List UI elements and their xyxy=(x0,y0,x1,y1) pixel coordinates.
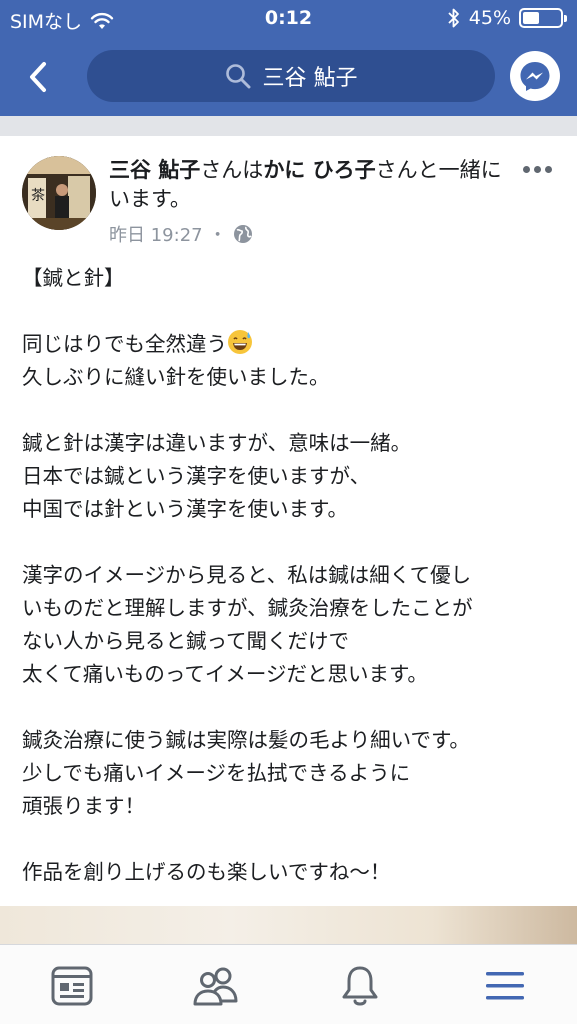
bluetooth-icon xyxy=(448,8,459,28)
author-name[interactable]: 三谷 鮎子 xyxy=(109,158,200,182)
messenger-icon xyxy=(520,62,550,91)
post-timestamp[interactable]: 昨日 19:27 xyxy=(109,221,203,247)
post-line-text: 少しでも痛いイメージを払拭できるように xyxy=(22,761,411,785)
post-body: 【鍼と針】同じはりでも全然違う久しぶりに縫い針を使いました。鍼と針は漢字は違いま… xyxy=(22,262,562,889)
grinning-sweat-emoji xyxy=(228,330,252,354)
post-line-text: いものだと理解しますが、鍼灸治療をしたことが xyxy=(22,596,473,620)
more-dot-icon xyxy=(523,166,530,173)
globe-icon xyxy=(233,225,252,243)
search-query: 三谷 鮎子 xyxy=(262,66,358,91)
post-line-text: 同じはりでも全然違う xyxy=(22,332,227,356)
bottom-tab-bar xyxy=(0,944,577,1024)
search-icon xyxy=(225,64,250,89)
tagged-name[interactable]: かに ひろ子 xyxy=(263,158,375,182)
post-text-line: ない人から見ると鍼って聞くだけで xyxy=(22,625,562,658)
messenger-button[interactable] xyxy=(510,51,560,101)
post-blank-line xyxy=(22,823,562,856)
post-line-text: 【鍼と針】 xyxy=(22,266,125,290)
post-text-line: 日本では鍼という漢字を使いますが、 xyxy=(22,460,562,493)
with-prefix: さんは xyxy=(200,158,264,182)
post-author-line: 三谷 鮎子さんはかに ひろ子さんと一緒にいます。 xyxy=(109,156,504,214)
avatar-photo: 茶 xyxy=(22,156,96,230)
post-blank-line xyxy=(22,691,562,724)
post-line-text: 漢字のイメージから見ると、私は鍼は細くて優し xyxy=(22,563,472,587)
post-text-line: いものだと理解しますが、鍼灸治療をしたことが xyxy=(22,592,562,625)
post-text-line: 漢字のイメージから見ると、私は鍼は細くて優し xyxy=(22,559,562,592)
meta-separator: ・ xyxy=(208,225,227,246)
search-bar[interactable]: 三谷 鮎子 xyxy=(87,50,495,102)
friends-icon xyxy=(193,967,238,1006)
post-text-line: 頑張ります！ xyxy=(22,790,562,823)
post-line-text: ない人から見ると鍼って聞くだけで xyxy=(22,629,349,653)
post-blank-line xyxy=(22,526,562,559)
post-line-text: 鍼と針は漢字は違いますが、意味は一緒。 xyxy=(22,431,412,455)
post-line-text: 日本では鍼という漢字を使いますが、 xyxy=(22,464,371,488)
post-line-text: 頑張ります！ xyxy=(22,794,145,818)
tab-menu[interactable] xyxy=(480,961,530,1011)
more-dot-icon xyxy=(545,166,552,173)
back-chevron-icon xyxy=(30,62,46,92)
app-header: SIMなし 0:12 45% 三谷 鮎子 xyxy=(0,0,577,116)
svg-text:茶: 茶 xyxy=(31,188,45,204)
top-nav: 三谷 鮎子 xyxy=(0,48,577,106)
post-text-line: 鍼と針は漢字は違いますが、意味は一緒。 xyxy=(22,427,562,460)
post-blank-line xyxy=(22,394,562,427)
status-right: 45% xyxy=(447,7,567,29)
post-line-text: 鍼灸治療に使う鍼は実際は髪の毛より細いです。 xyxy=(22,728,470,752)
post-text-line: 中国では針という漢字を使います。 xyxy=(22,493,562,526)
post-photo-preview[interactable] xyxy=(0,906,577,944)
tab-news-feed[interactable] xyxy=(47,961,97,1011)
post-text-line: 同じはりでも全然違う xyxy=(22,328,562,361)
post-text-line: 鍼灸治療に使う鍼は実際は髪の毛より細いです。 xyxy=(22,724,562,757)
post-line-text: 中国では針という漢字を使います。 xyxy=(22,497,348,521)
post-text-line: 作品を創り上げるのも楽しいですね〜！ xyxy=(22,856,562,889)
feed-post: 茶 三谷 鮎子さんはかに ひろ子さんと一緒にいます。 昨日 19:27 ・ 【鍼… xyxy=(0,136,577,906)
tab-friends[interactable] xyxy=(191,961,241,1011)
post-line-text: 太くて痛いものってイメージだと思います。 xyxy=(22,662,428,686)
post-line-text: 作品を創り上げるのも楽しいですね〜！ xyxy=(22,860,391,884)
tab-notifications[interactable] xyxy=(335,961,385,1011)
post-text-line: 久しぶりに縫い針を使いました。 xyxy=(22,361,562,394)
battery-percent: 45% xyxy=(468,7,511,29)
post-blank-line xyxy=(22,295,562,328)
feed-divider xyxy=(0,116,577,136)
status-bar: SIMなし 0:12 45% xyxy=(0,0,577,36)
post-meta: 昨日 19:27 ・ xyxy=(109,221,253,247)
post-line-text: 久しぶりに縫い針を使いました。 xyxy=(22,365,330,389)
notifications-icon xyxy=(342,966,378,1006)
post-text-line: 太くて痛いものってイメージだと思います。 xyxy=(22,658,562,691)
post-options-button[interactable] xyxy=(523,166,552,173)
post-text-line: 【鍼と針】 xyxy=(22,262,562,295)
menu-icon xyxy=(486,972,524,1000)
news-feed-icon xyxy=(51,966,93,1006)
battery-icon xyxy=(519,8,567,28)
avatar[interactable]: 茶 xyxy=(22,156,96,230)
post-text-line: 少しでも痛いイメージを払拭できるように xyxy=(22,757,562,790)
battery-fill xyxy=(523,12,540,24)
more-dot-icon xyxy=(534,166,541,173)
back-button[interactable] xyxy=(20,54,56,100)
